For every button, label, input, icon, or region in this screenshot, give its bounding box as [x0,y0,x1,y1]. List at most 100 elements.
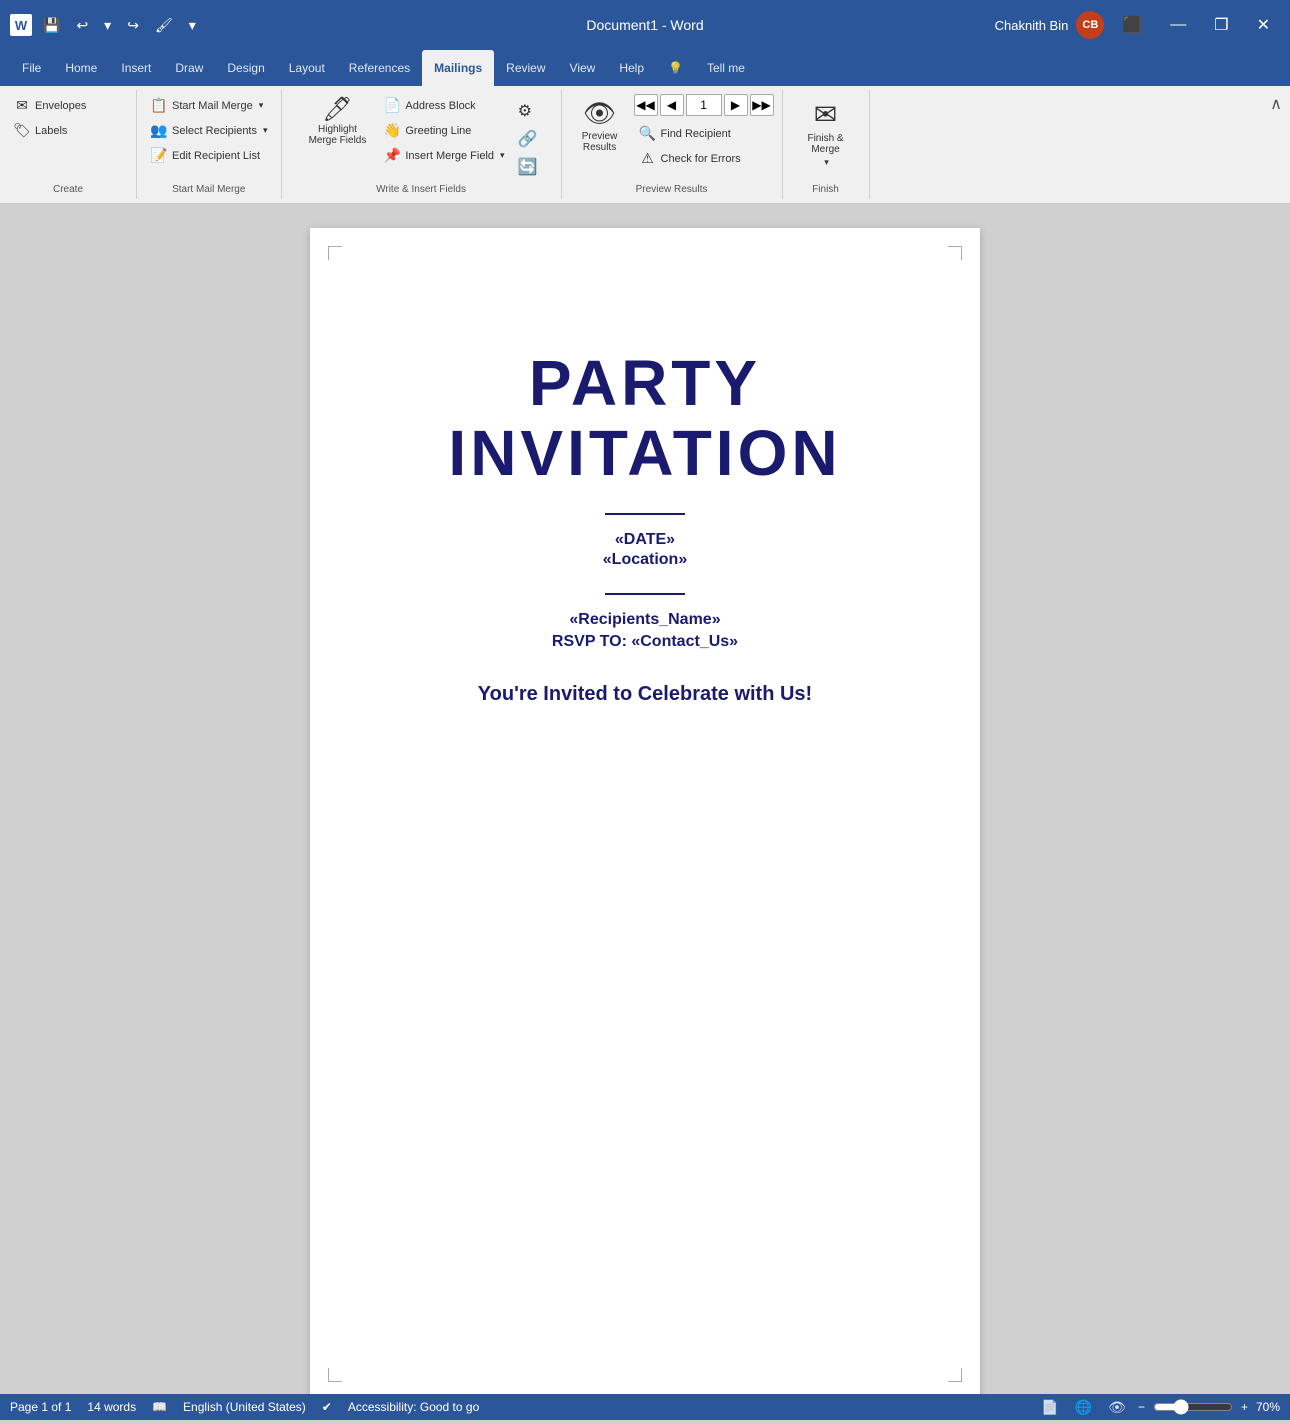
edit-recipient-label: Edit Recipient List [172,150,260,162]
corner-tl [328,246,342,260]
insert-merge-field-btn[interactable]: 📌 Insert Merge Field ▾ [378,144,509,167]
write-insert-col: 📄 Address Block 👋 Greeting Line 📌 Insert… [378,94,509,167]
edit-recipient-list-btn[interactable]: 📝 Edit Recipient List [145,144,273,167]
doc-content: PARTY INVITATION «DATE» «Location» «Reci… [448,348,841,706]
finish-group-label: Finish [812,180,839,195]
undo-dropdown-btn[interactable]: ▾ [99,14,116,37]
nav-page-input[interactable] [686,94,722,116]
tab-layout[interactable]: Layout [277,50,337,86]
nav-first-btn[interactable]: ◀◀ [634,94,658,116]
tab-mailings[interactable]: Mailings [422,50,494,86]
select-recipients-icon: 👥 [150,122,168,139]
party-title-line1: PARTY [448,348,841,418]
select-recipients-label: Select Recipients [172,125,257,137]
user-name: Chaknith Bin [995,18,1069,33]
tab-lightbulb[interactable]: 💡 [656,50,695,86]
address-block-label: Address Block [405,100,475,112]
tab-insert[interactable]: Insert [109,50,163,86]
create-group-label: Create [53,180,83,195]
zoom-plus-icon: + [1241,1400,1248,1414]
check-errors-label: Check for Errors [661,153,741,165]
status-bar: Page 1 of 1 14 words 📖 English (United S… [0,1394,1290,1420]
write-insert-content: 🖊 HighlightMerge Fields 📄 Address Block … [301,94,542,180]
find-recipient-label: Find Recipient [661,128,731,140]
start-merge-icon: 📋 [150,97,168,114]
ribbon-tab-bar: File Home Insert Draw Design Layout Refe… [0,50,1290,86]
nav-next-btn[interactable]: ▶ [724,94,748,116]
start-merge-arrow: ▾ [259,100,264,111]
web-view-btn[interactable]: 🌐 [1071,1397,1096,1418]
update-labels-btn[interactable]: 🔄 [514,154,542,180]
tab-tellme[interactable]: Tell me [695,50,757,86]
tab-file[interactable]: File [10,50,53,86]
word-count: 14 words [87,1400,136,1414]
address-block-btn[interactable]: 📄 Address Block [378,94,509,117]
greeting-line-btn[interactable]: 👋 Greeting Line [378,119,509,142]
ribbon-display-btn[interactable]: ⬛ [1112,11,1152,39]
match-fields-btn[interactable]: 🔗 [514,126,542,152]
start-mail-merge-buttons: 📋 Start Mail Merge ▾ 👥 Select Recipients… [145,94,273,167]
focus-view-btn[interactable]: 👁 [1104,1397,1130,1418]
restore-btn[interactable]: ❐ [1204,11,1238,39]
tab-home[interactable]: Home [53,50,109,86]
tab-view[interactable]: View [558,50,608,86]
start-mail-merge-content: 📋 Start Mail Merge ▾ 👥 Select Recipients… [145,94,273,180]
minimize-btn[interactable]: — [1160,12,1196,38]
select-recipients-btn[interactable]: 👥 Select Recipients ▾ [145,119,273,142]
finish-content: ✉ Finish &Merge ▾ [791,94,861,180]
tab-help[interactable]: Help [607,50,656,86]
title-bar-right: Chaknith Bin CB ⬛ — ❐ ✕ [995,11,1280,39]
language: English (United States) [183,1400,306,1414]
tab-review[interactable]: Review [494,50,557,86]
undo-btn[interactable]: ↩ [71,14,93,37]
highlight-merge-fields-btn[interactable]: 🖊 HighlightMerge Fields [301,94,375,150]
tab-references[interactable]: References [337,50,422,86]
corner-br [948,1368,962,1382]
envelopes-btn[interactable]: ✉ Envelopes [8,94,128,117]
preview-nav-col: ◀◀ ◀ ▶ ▶▶ 🔍 Find Recipient ⚠ Check for E… [634,94,774,170]
recipients-name-field: «Recipients_Name» [448,611,841,629]
print-layout-view-btn[interactable]: 📄 [1037,1397,1062,1418]
ribbon-collapse-btn[interactable]: ∧ [1262,90,1290,118]
word-app-icon: W [10,14,32,36]
party-title-line2: INVITATION [448,418,841,488]
tab-draw[interactable]: Draw [163,50,215,86]
envelopes-label: Envelopes [35,100,86,112]
check-errors-btn[interactable]: ⚠ Check for Errors [634,147,774,170]
labels-btn[interactable]: 🏷 Labels [8,119,128,142]
close-btn[interactable]: ✕ [1247,11,1280,39]
ribbon: ✉ Envelopes 🏷 Labels Create 📋 Start Mail… [0,86,1290,204]
write-insert-extra-col: ⚙ 🔗 🔄 [514,94,542,180]
preview-results-btn[interactable]: 👁 PreviewResults [570,94,630,157]
finish-merge-btn[interactable]: ✉ Finish &Merge ▾ [791,94,861,172]
tab-design[interactable]: Design [215,50,276,86]
corner-bl [328,1368,342,1382]
preview-label: PreviewResults [582,131,618,153]
start-mail-merge-btn[interactable]: 📋 Start Mail Merge ▾ [145,94,273,117]
page-info: Page 1 of 1 [10,1400,71,1414]
labels-icon: 🏷 [13,122,31,139]
highlight-label: HighlightMerge Fields [309,124,367,146]
qat-dropdown-btn[interactable]: ▾ [184,14,201,37]
find-recipient-btn[interactable]: 🔍 Find Recipient [634,122,774,145]
user-avatar[interactable]: CB [1076,11,1104,39]
save-quick-btn[interactable]: 💾 [38,14,65,37]
zoom-slider[interactable] [1153,1399,1233,1415]
nav-prev-btn[interactable]: ◀ [660,94,684,116]
zoom-minus-icon: − [1138,1400,1145,1414]
date-field: «DATE» [448,531,841,549]
location-field: «Location» [448,551,841,569]
rules-btn[interactable]: ⚙ [514,98,542,124]
document-title: Document1 - Word [586,17,703,33]
rsvp-line: RSVP TO: «Contact_Us» [448,633,841,651]
redo-btn[interactable]: ↪ [122,14,144,37]
format-painter-btn[interactable]: 🖌 [150,14,178,37]
document-page: PARTY INVITATION «DATE» «Location» «Reci… [310,228,980,1400]
proofing-icon: 📖 [152,1400,167,1414]
nav-last-btn[interactable]: ▶▶ [750,94,774,116]
title-bar: W 💾 ↩ ▾ ↪ 🖌 ▾ Document1 - Word Chaknith … [0,0,1290,50]
proofing-check-icon: ✔ [322,1400,332,1414]
divider-2 [605,593,685,595]
document-area: PARTY INVITATION «DATE» «Location» «Reci… [0,204,1290,1424]
title-bar-left: W 💾 ↩ ▾ ↪ 🖌 ▾ [10,14,201,37]
